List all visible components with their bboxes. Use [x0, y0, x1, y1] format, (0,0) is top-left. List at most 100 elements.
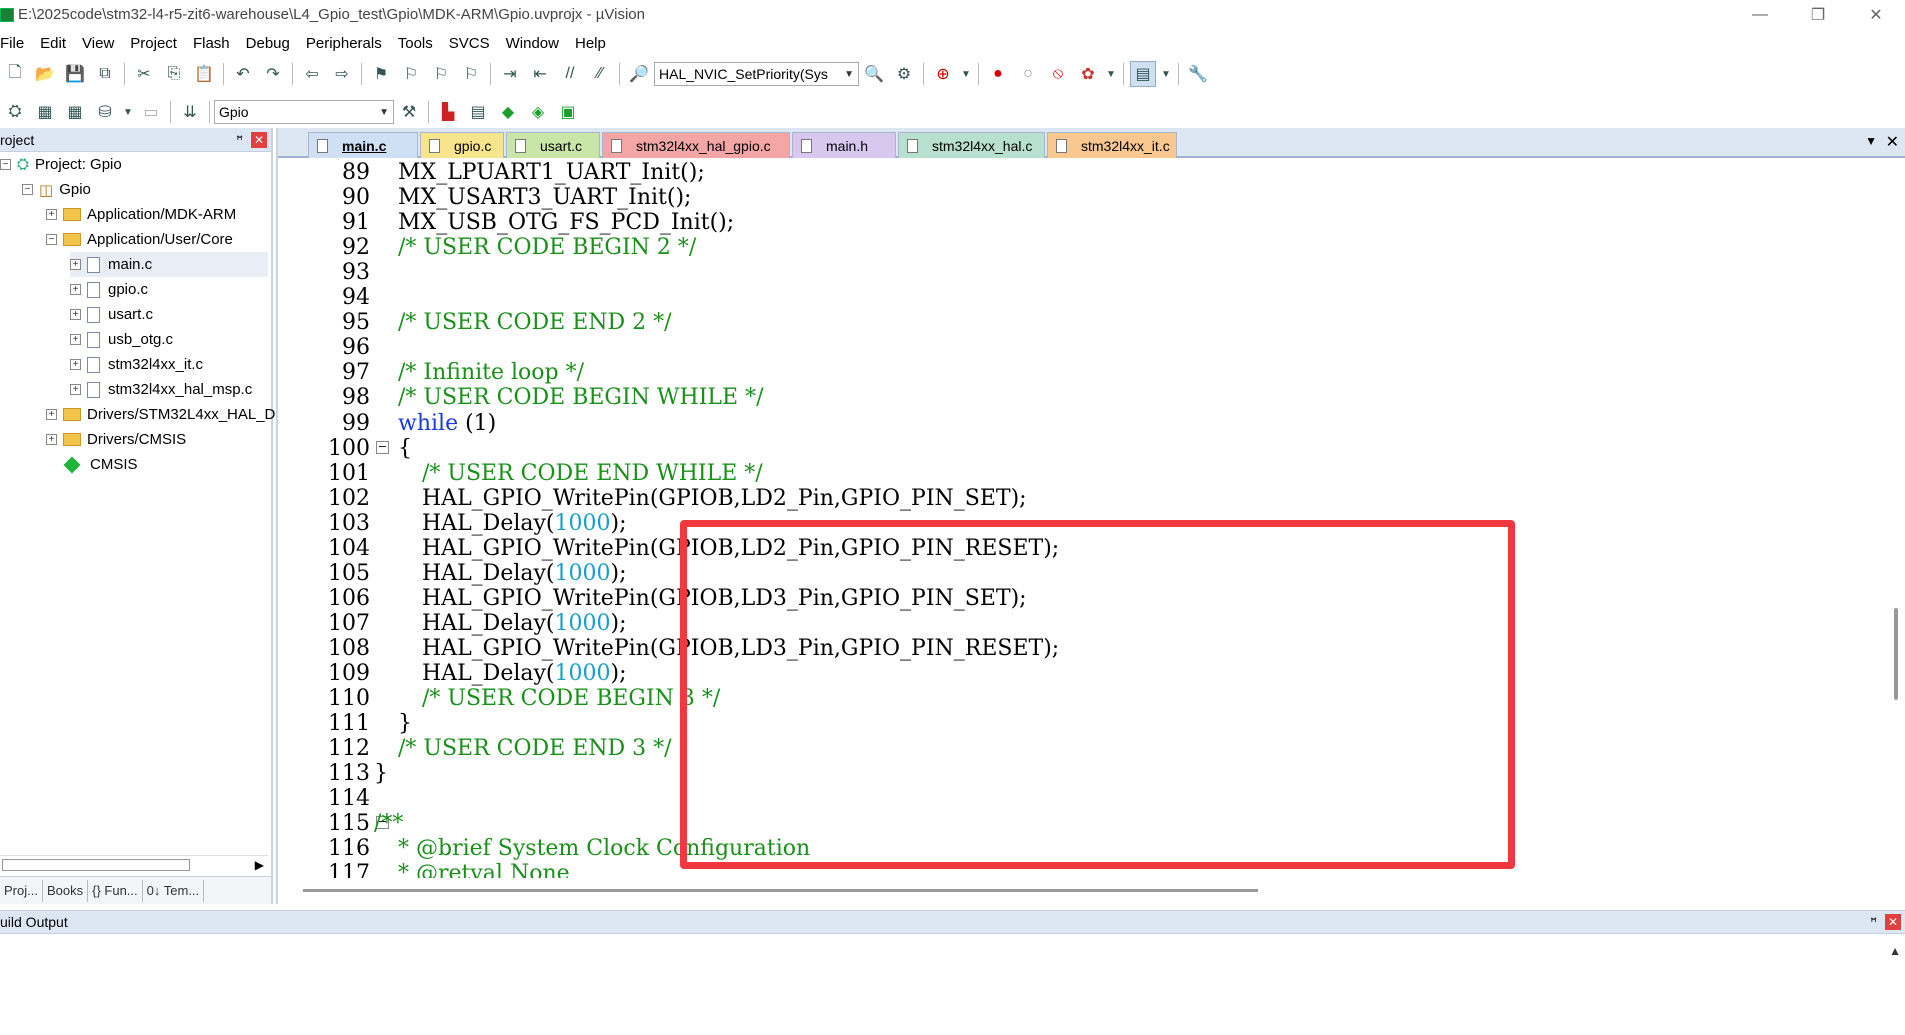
build-icon[interactable]: ▦ — [32, 99, 58, 125]
nav-back-icon[interactable]: ⇦ — [299, 61, 325, 87]
chevron-down-icon[interactable]: ▼ — [1160, 61, 1172, 87]
cut-icon[interactable]: ✂ — [131, 61, 157, 87]
menu-window[interactable]: Window — [498, 35, 567, 52]
redo-icon[interactable]: ↷ — [260, 61, 286, 87]
editor-tab[interactable]: stm32l4xx_hal_gpio.c — [602, 132, 790, 158]
menu-flash[interactable]: Flash — [185, 35, 238, 52]
bookmark-icon[interactable]: ⚑ — [368, 61, 394, 87]
tree-item-folder[interactable]: + Application/MDK-ARM — [46, 202, 236, 227]
project-horizontal-scrollbar[interactable]: ▶ — [0, 855, 268, 873]
fold-toggle-icon[interactable]: − — [376, 440, 389, 454]
expand-icon[interactable]: + — [70, 309, 81, 320]
tree-item-file[interactable]: + stm32l4xx_it.c — [70, 352, 203, 377]
code-line[interactable]: 99 while (1) — [278, 411, 1888, 436]
code-line[interactable]: 90 MX_USART3_UART_Init(); — [278, 185, 1888, 210]
disable-breakpoint-icon[interactable]: ○ — [1015, 61, 1041, 87]
editor-tab[interactable]: gpio.c — [420, 132, 504, 158]
pin-icon[interactable]: ꟸ — [1870, 915, 1877, 929]
breakpoint-icon[interactable]: ● — [985, 61, 1011, 87]
translate-icon[interactable]: ⛭ — [2, 99, 28, 125]
code-line[interactable]: 96 — [278, 335, 1888, 360]
tree-item-component[interactable]: CMSIS — [63, 452, 138, 477]
config-icon[interactable]: ✿ — [1075, 61, 1101, 87]
tree-item-folder[interactable]: − Application/User/Core — [46, 227, 233, 252]
collapse-icon[interactable]: − — [22, 184, 33, 195]
close-icon[interactable]: ✕ — [1886, 132, 1899, 152]
select-packs-icon[interactable]: ▣ — [555, 99, 581, 125]
expand-icon[interactable]: + — [70, 259, 81, 270]
indent-icon[interactable]: ⇥ — [497, 61, 523, 87]
menu-file[interactable]: File — [0, 35, 32, 52]
expand-icon[interactable]: + — [46, 409, 57, 420]
chevron-down-icon[interactable]: ▼ — [122, 99, 134, 125]
save-icon[interactable]: 💾 — [62, 61, 88, 87]
scrollbar-thumb[interactable] — [2, 859, 190, 871]
editor-tab[interactable]: stm32l4xx_it.c — [1047, 132, 1177, 158]
comment-icon[interactable]: // — [557, 61, 583, 87]
code-line[interactable]: 94 — [278, 285, 1888, 310]
scroll-up-icon[interactable]: ▲ — [1889, 944, 1901, 958]
menu-peripherals[interactable]: Peripherals — [298, 35, 390, 52]
menu-debug[interactable]: Debug — [238, 35, 298, 52]
batch-build-icon[interactable]: ⛁ — [92, 99, 118, 125]
scrollbar-thumb[interactable] — [303, 889, 1258, 892]
code-line[interactable]: 89 MX_LPUART1_UART_Init(); — [278, 160, 1888, 185]
tab-books[interactable]: Books — [43, 879, 89, 902]
code-line[interactable]: 102 HAL_GPIO_WritePin(GPIOB,LD2_Pin,GPIO_… — [278, 486, 1888, 511]
wrench-icon[interactable]: 🔧 — [1185, 61, 1211, 87]
collapse-icon[interactable]: − — [0, 159, 11, 170]
code-line[interactable]: 95 /* USER CODE END 2 */ — [278, 310, 1888, 335]
scroll-right-icon[interactable]: ▶ — [255, 858, 264, 872]
tree-item-folder[interactable]: + Drivers/STM32L4xx_HAL_D — [46, 402, 275, 427]
editor-tab[interactable]: main.h — [792, 132, 896, 158]
undo-icon[interactable]: ↶ — [230, 61, 256, 87]
download-icon[interactable]: ⇊ — [177, 99, 203, 125]
pack-installer-icon[interactable]: ◈ — [525, 99, 551, 125]
stop-build-icon[interactable]: ▭ — [138, 99, 164, 125]
tree-item-file[interactable]: + stm32l4xx_hal_msp.c — [70, 377, 252, 402]
collapse-icon[interactable]: − — [46, 234, 57, 245]
manage-multi-project-icon[interactable]: ▤ — [465, 99, 491, 125]
tree-item-folder[interactable]: + Drivers/CMSIS — [46, 427, 186, 452]
close-button[interactable]: ✕ — [1847, 0, 1905, 29]
next-bookmark-icon[interactable]: ⚐ — [428, 61, 454, 87]
menu-edit[interactable]: Edit — [32, 35, 74, 52]
manage-project-icon[interactable]: ▙ — [435, 99, 461, 125]
copy-icon[interactable]: ⎘ — [161, 61, 187, 87]
code-line[interactable]: 97 /* Infinite loop */ — [278, 360, 1888, 385]
minimize-button[interactable]: — — [1731, 0, 1789, 29]
function-combo[interactable]: HAL_NVIC_SetPriority(Sys ▼ — [654, 62, 859, 86]
kill-breakpoints-icon[interactable]: ⦸ — [1045, 61, 1071, 87]
code-line[interactable]: 100−{ — [278, 436, 1888, 461]
target-combo[interactable]: Gpio ▼ — [214, 100, 394, 124]
expand-icon[interactable]: + — [46, 434, 57, 445]
tree-item-file[interactable]: + usart.c — [70, 302, 153, 327]
clear-bookmarks-icon[interactable]: ⚐ — [458, 61, 484, 87]
target-options-icon[interactable]: ⚒ — [396, 99, 422, 125]
code-line[interactable]: 91 MX_USB_OTG_FS_PCD_Init(); — [278, 210, 1888, 235]
open-folder-icon[interactable]: 📂 — [32, 61, 58, 87]
menu-svcs[interactable]: SVCS — [441, 35, 498, 52]
debug-session-icon[interactable]: ⊕ — [930, 61, 956, 87]
menu-project[interactable]: Project — [122, 35, 185, 52]
unindent-icon[interactable]: ⇤ — [527, 61, 553, 87]
code-line[interactable]: 93 — [278, 260, 1888, 285]
incremental-find-icon[interactable]: ⚙ — [891, 61, 917, 87]
tree-item-project[interactable]: − ⛭ Project: Gpio — [0, 152, 122, 177]
window-layout-icon[interactable]: ▤ — [1130, 61, 1156, 87]
prev-bookmark-icon[interactable]: ⚐ — [398, 61, 424, 87]
close-icon[interactable]: ✕ — [251, 131, 267, 148]
save-all-icon[interactable]: ⧉ — [92, 61, 118, 87]
close-icon[interactable]: ✕ — [1885, 914, 1901, 930]
tree-item-file[interactable]: + main.c — [70, 252, 268, 277]
tree-item-file[interactable]: + gpio.c — [70, 277, 148, 302]
expand-icon[interactable]: + — [70, 334, 81, 345]
editor-tab[interactable]: usart.c — [506, 132, 600, 158]
editor-vertical-scrollbar[interactable] — [1887, 160, 1905, 878]
menu-view[interactable]: View — [74, 35, 122, 52]
expand-icon[interactable]: + — [46, 209, 57, 220]
find-icon[interactable]: 🔍 — [861, 61, 887, 87]
uncomment-icon[interactable]: ⁄⁄ — [587, 61, 613, 87]
run-time-env-icon[interactable]: ◆ — [495, 99, 521, 125]
chevron-down-icon[interactable]: ▼ — [1105, 61, 1117, 87]
